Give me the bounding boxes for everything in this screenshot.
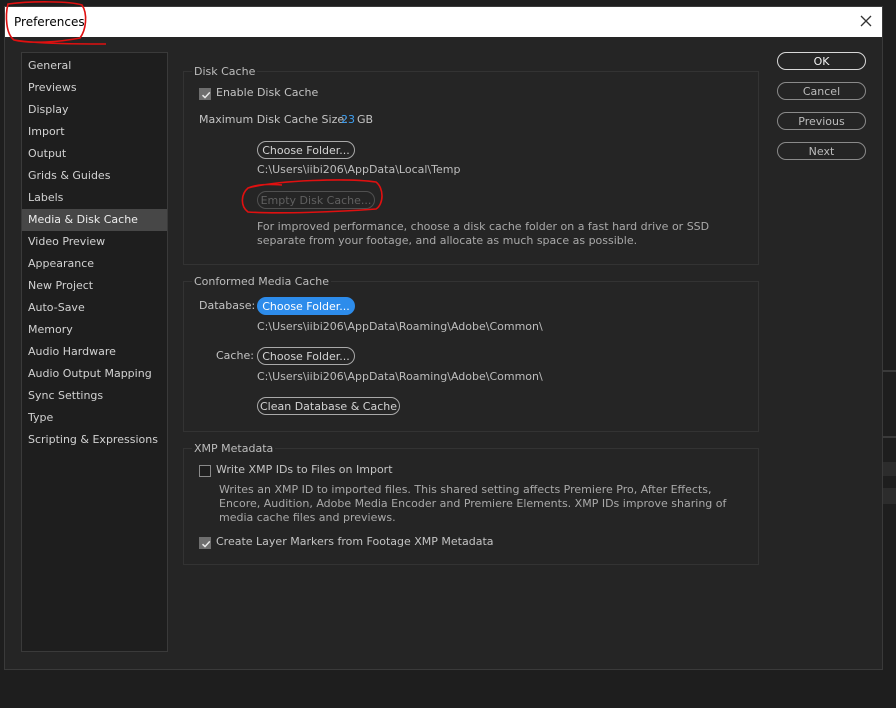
sidebar-item[interactable]: Auto-Save — [22, 297, 167, 319]
sidebar-item[interactable]: Grids & Guides — [22, 165, 167, 187]
previous-button[interactable]: Previous — [777, 112, 866, 130]
cancel-button[interactable]: Cancel — [777, 82, 866, 100]
cache-path: C:\Users\iibi206\AppData\Roaming\Adobe\C… — [257, 370, 543, 383]
sidebar-item[interactable]: General — [22, 55, 167, 77]
sidebar-item[interactable]: New Project — [22, 275, 167, 297]
close-button[interactable] — [856, 11, 876, 31]
max-cache-size-label: Maximum Disk Cache Size: — [199, 113, 348, 126]
disk-cache-path: C:\Users\iibi206\AppData\Local\Temp — [257, 163, 461, 176]
choose-database-folder-button[interactable]: Choose Folder... — [257, 297, 355, 315]
database-label: Database: — [199, 299, 256, 312]
sidebar-item[interactable]: Memory — [22, 319, 167, 341]
empty-disk-cache-button[interactable]: Empty Disk Cache... — [257, 191, 375, 209]
sidebar-item[interactable]: Appearance — [22, 253, 167, 275]
sidebar-item[interactable]: Labels — [22, 187, 167, 209]
write-xmp-ids-note: Writes an XMP ID to imported files. This… — [219, 483, 727, 524]
next-button[interactable]: Next — [777, 142, 866, 160]
sidebar-item[interactable]: Video Preview — [22, 231, 167, 253]
choose-disk-cache-folder-button[interactable]: Choose Folder... — [257, 141, 355, 159]
background-divider — [882, 462, 896, 476]
sidebar-item[interactable]: Import — [22, 121, 167, 143]
sidebar-item[interactable]: Sync Settings — [22, 385, 167, 407]
group-legend: Conformed Media Cache — [192, 275, 332, 288]
max-cache-size-unit: GB — [357, 113, 374, 126]
clean-database-cache-button[interactable]: Clean Database & Cache — [257, 397, 400, 415]
background-divider — [882, 370, 896, 372]
write-xmp-ids-checkbox[interactable] — [199, 465, 211, 477]
checkmark-icon — [201, 540, 211, 548]
disk-cache-note: For improved performance, choose a disk … — [257, 220, 710, 247]
sidebar-item[interactable]: Audio Output Mapping — [22, 363, 167, 385]
cache-label: Cache: — [216, 349, 254, 362]
disk-cache-group: Disk Cache Enable Disk Cache Maximum Dis… — [183, 65, 759, 265]
sidebar-item[interactable]: Type — [22, 407, 167, 429]
create-layer-markers-label[interactable]: Create Layer Markers from Footage XMP Me… — [216, 535, 494, 548]
group-legend: XMP Metadata — [192, 442, 276, 455]
xmp-metadata-group: XMP Metadata Write XMP IDs to Files on I… — [183, 442, 759, 565]
sidebar-item[interactable]: Scripting & Expressions — [22, 429, 167, 451]
category-list: General Previews Display Import Output Grids … — [21, 52, 168, 652]
sidebar-item[interactable]: Audio Hardware — [22, 341, 167, 363]
preferences-dialog: Preferences General Previews Display Import… — [4, 6, 883, 670]
sidebar-item[interactable]: Display — [22, 99, 167, 121]
close-icon — [860, 15, 872, 27]
group-legend: Disk Cache — [192, 65, 258, 78]
database-path: C:\Users\iibi206\AppData\Roaming\Adobe\C… — [257, 320, 543, 333]
choose-cache-folder-button[interactable]: Choose Folder... — [257, 347, 355, 365]
background-divider — [882, 436, 896, 438]
enable-disk-cache-label[interactable]: Enable Disk Cache — [216, 86, 318, 99]
conformed-media-cache-group: Conformed Media Cache Database: Choose F… — [183, 275, 759, 432]
title-bar: Preferences — [5, 7, 882, 37]
background-divider — [882, 488, 896, 504]
sidebar-item[interactable]: Media & Disk Cache — [22, 209, 167, 231]
checkmark-icon — [201, 91, 211, 99]
create-layer-markers-checkbox[interactable] — [199, 537, 211, 549]
sidebar-item[interactable]: Output — [22, 143, 167, 165]
sidebar-item[interactable]: Previews — [22, 77, 167, 99]
window-title: Preferences — [14, 15, 85, 29]
max-cache-size-value[interactable]: 23 — [341, 113, 355, 126]
write-xmp-ids-label[interactable]: Write XMP IDs to Files on Import — [216, 463, 393, 476]
ok-button[interactable]: OK — [777, 52, 866, 70]
enable-disk-cache-checkbox[interactable] — [199, 88, 211, 100]
